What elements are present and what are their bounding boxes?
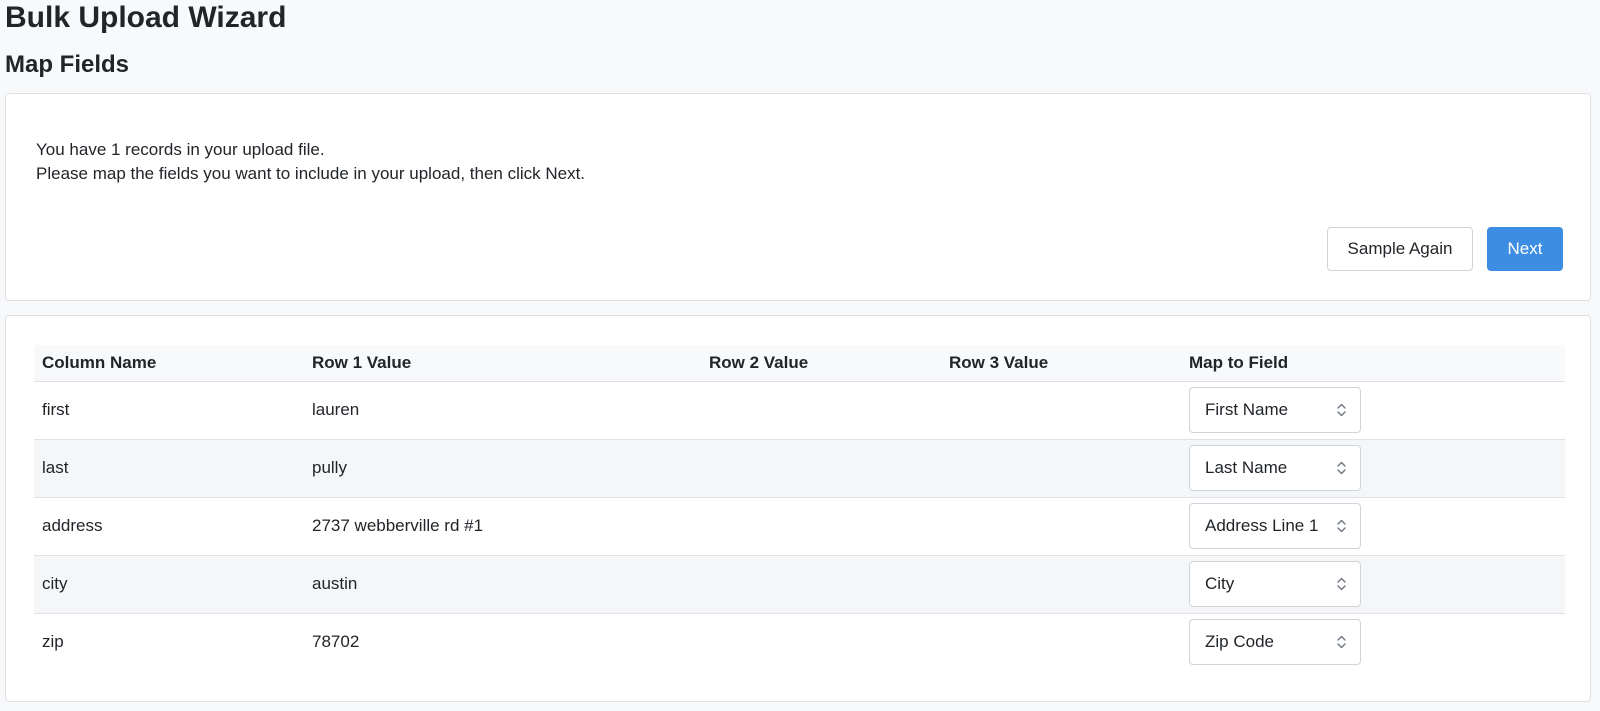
map-field-select[interactable]: Last Name	[1189, 445, 1361, 491]
row1-value-header: Row 1 Value	[304, 345, 701, 382]
table-row: last pully Last Name	[34, 439, 1565, 498]
page-title: Bulk Upload Wizard	[5, 1, 287, 34]
row1-value-cell: lauren	[304, 381, 701, 440]
map-field-select[interactable]: Zip Code	[1189, 619, 1361, 666]
chevron-up-down-icon	[1337, 519, 1346, 533]
map-to-field-cell: Last Name	[1181, 439, 1565, 498]
row2-value-cell	[701, 497, 941, 556]
chevron-up-down-icon	[1337, 636, 1346, 649]
row2-value-cell	[701, 381, 941, 440]
table-row: city austin City	[34, 555, 1565, 614]
table-row: first lauren First Name	[34, 381, 1565, 440]
row3-value-cell	[941, 439, 1181, 498]
row2-value-header: Row 2 Value	[701, 345, 941, 382]
select-value: City	[1205, 574, 1235, 593]
map-field-select[interactable]: Address Line 1	[1189, 503, 1361, 549]
table-row: address 2737 webberville rd #1 Address L…	[34, 497, 1565, 556]
table-header-row: Column Name Row 1 Value Row 2 Value Row …	[34, 345, 1565, 382]
row3-value-cell	[941, 613, 1181, 671]
table-row: zip 78702 Zip Code	[34, 613, 1565, 671]
sample-again-button[interactable]: Sample Again	[1327, 227, 1473, 271]
column-name-header: Column Name	[34, 345, 304, 382]
bulk-upload-page: Bulk Upload Wizard Map Fields You have 1…	[0, 0, 1600, 711]
select-value: First Name	[1205, 400, 1289, 419]
row3-value-cell	[941, 381, 1181, 440]
select-value: Zip Code	[1205, 632, 1274, 652]
row3-value-header: Row 3 Value	[941, 345, 1181, 382]
row2-value-cell	[701, 555, 941, 614]
row1-value-cell: 78702	[312, 632, 360, 652]
column-name-cell: first	[34, 381, 304, 440]
select-value: Last Name	[1205, 458, 1288, 477]
column-name-cell: last	[34, 439, 304, 498]
map-to-field-cell: First Name	[1181, 381, 1565, 440]
row2-value-cell	[701, 439, 941, 498]
row1-value-cell: pully	[304, 439, 701, 498]
step-title: Map Fields	[5, 51, 130, 78]
info-text: You have 1 records in your upload file. …	[36, 138, 585, 186]
next-button[interactable]: Next	[1487, 227, 1563, 271]
records-count-text: You have 1 records in your upload file.	[36, 140, 325, 159]
chevron-up-down-icon	[1337, 461, 1346, 475]
instructions-text: Please map the fields you want to includ…	[36, 164, 586, 183]
chevron-up-down-icon	[1337, 403, 1346, 417]
field-mapping-table: Column Name Row 1 Value Row 2 Value Row …	[34, 345, 1565, 671]
info-card: You have 1 records in your upload file. …	[5, 93, 1591, 301]
map-to-field-cell: City	[1181, 555, 1565, 614]
map-field-select[interactable]: First Name	[1189, 387, 1361, 433]
chevron-up-down-icon	[1337, 577, 1346, 591]
column-name-cell: address	[34, 497, 304, 556]
column-name-cell: city	[34, 555, 304, 614]
row3-value-cell	[941, 497, 1181, 556]
map-to-field-cell: Address Line 1	[1181, 497, 1565, 556]
column-name-cell: zip	[42, 632, 64, 652]
row3-value-cell	[941, 555, 1181, 614]
map-to-field-cell: Zip Code	[1181, 613, 1565, 671]
select-value: Address Line 1	[1205, 516, 1319, 535]
mapping-card: Column Name Row 1 Value Row 2 Value Row …	[5, 315, 1591, 702]
row1-value-cell: austin	[304, 555, 701, 614]
row2-value-cell	[701, 613, 941, 671]
row1-value-cell: 2737 webberville rd #1	[304, 497, 701, 556]
map-field-select[interactable]: City	[1189, 561, 1361, 607]
map-to-field-header: Map to Field	[1181, 345, 1565, 382]
